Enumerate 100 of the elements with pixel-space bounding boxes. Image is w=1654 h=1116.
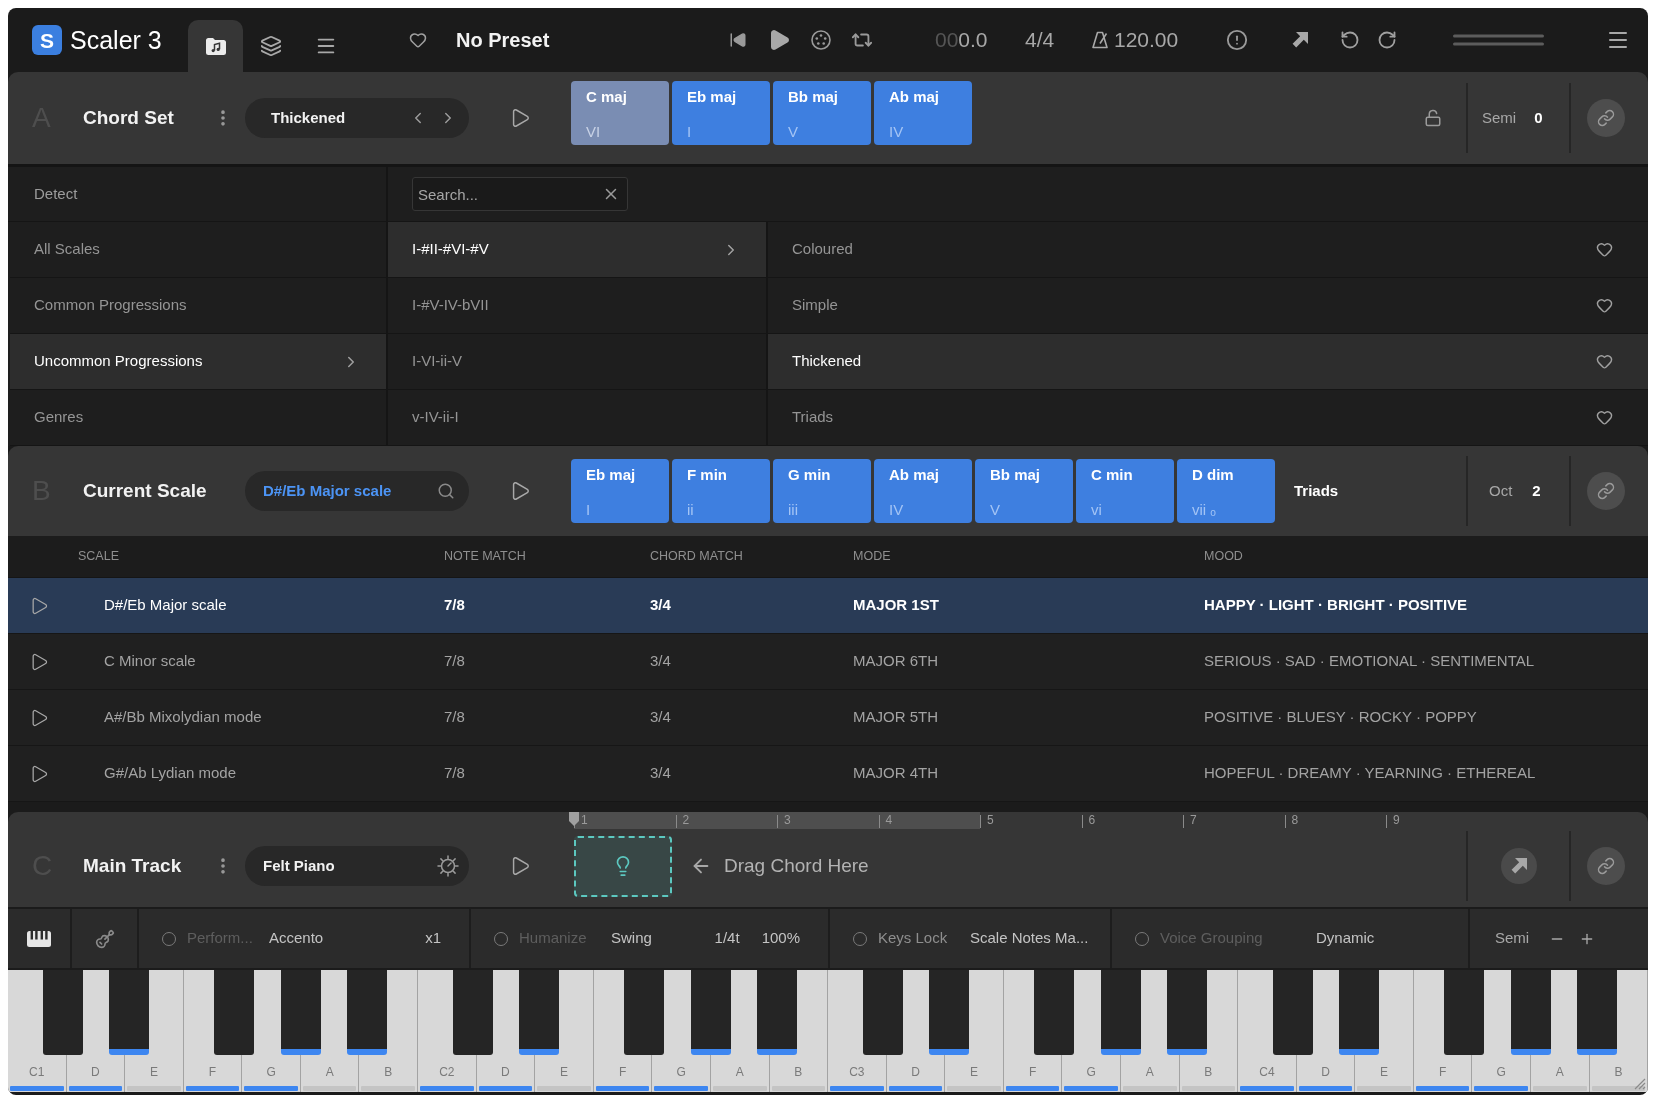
- time-signature[interactable]: 4/4: [1025, 24, 1061, 56]
- ruler-mark: 6: [1081, 812, 1183, 829]
- voicing-selector[interactable]: Thickened: [245, 98, 469, 138]
- folder-music-icon: [205, 37, 226, 55]
- link-icon: [1596, 109, 1615, 127]
- piano-key[interactable]: [280, 970, 321, 1055]
- list-item[interactable]: Uncommon Progressions: [10, 334, 386, 390]
- resize-grip-icon[interactable]: [1634, 1078, 1646, 1090]
- piano-key[interactable]: [690, 970, 731, 1055]
- search-field[interactable]: Search...: [412, 177, 628, 211]
- section-title: Main Track: [83, 853, 183, 878]
- link-button[interactable]: [1586, 99, 1625, 137]
- chord-tile[interactable]: C maj VI: [571, 81, 669, 145]
- chord-tile[interactable]: Bb maj V: [975, 459, 1073, 523]
- table-cell-text: MAJOR 5TH: [853, 707, 938, 728]
- heart-icon[interactable]: [1596, 241, 1613, 258]
- ruler-mark: 7: [1183, 812, 1285, 829]
- chord-tile[interactable]: F min ii: [672, 459, 770, 523]
- search-icon[interactable]: [437, 482, 455, 500]
- preset-name[interactable]: No Preset: [456, 25, 729, 55]
- instrument-selector[interactable]: Felt Piano: [245, 846, 469, 886]
- chord-tile[interactable]: Eb maj I: [672, 81, 770, 145]
- piano-key[interactable]: [862, 970, 903, 1055]
- dial-icon[interactable]: [811, 30, 831, 50]
- piano-key[interactable]: [109, 970, 150, 1055]
- piano-key[interactable]: [929, 970, 970, 1055]
- redo-icon[interactable]: [1377, 30, 1397, 50]
- alert-icon[interactable]: [1226, 29, 1248, 51]
- octave-label: Oct: [1489, 480, 1513, 501]
- chord-tile[interactable]: Ab maj IV: [874, 459, 972, 523]
- chord-tile[interactable]: Bb maj V: [773, 81, 871, 145]
- heart-icon[interactable]: [409, 31, 427, 49]
- guitar-icon[interactable]: [94, 928, 115, 949]
- list-item[interactable]: All Scales: [10, 222, 386, 278]
- piano-key[interactable]: [347, 970, 388, 1055]
- octave-value[interactable]: 2: [1532, 479, 1541, 503]
- table-cell-text: HOPEFUL · DREAMY · YEARNING · ETHEREAL: [1204, 763, 1536, 784]
- link-button[interactable]: [1586, 847, 1625, 885]
- piano-key[interactable]: [1339, 970, 1380, 1055]
- table-cell-text: 3/4: [650, 595, 671, 616]
- double-line-icon[interactable]: [1453, 34, 1544, 46]
- skip-back-icon[interactable]: [729, 31, 747, 49]
- piano-key[interactable]: [519, 970, 560, 1055]
- undo-icon[interactable]: [1340, 30, 1360, 50]
- piano-key[interactable]: [1167, 970, 1208, 1055]
- list-item[interactable]: Thickened: [768, 334, 1648, 390]
- piano-key[interactable]: [1444, 970, 1485, 1055]
- list-item[interactable]: I-#V-IV-bVII: [388, 278, 766, 334]
- piano-key[interactable]: [1577, 970, 1618, 1055]
- piano-key[interactable]: [757, 970, 798, 1055]
- table-cell-text: 3/4: [650, 763, 671, 784]
- table-cell-text: 7/8: [444, 763, 465, 784]
- list-item[interactable]: Detect: [34, 182, 78, 206]
- table-row[interactable]: D#/Eb Major scale 7/8 3/4 MAJOR 1ST HAPPY · LIGHT · BRIGHT · POSITIVE: [8, 578, 1648, 634]
- transpose-label: Semi: [1495, 928, 1530, 949]
- tab[interactable]: [188, 20, 243, 72]
- voicing-name[interactable]: Triads: [1294, 479, 1339, 503]
- link-button[interactable]: [1586, 472, 1625, 510]
- piano-icon[interactable]: [27, 930, 51, 947]
- piano-key[interactable]: [452, 970, 493, 1055]
- chord-tile[interactable]: G min iii: [773, 459, 871, 523]
- list-item[interactable]: I-#II-#VI-#V: [388, 222, 766, 278]
- piano-key[interactable]: [1100, 970, 1141, 1055]
- heart-icon[interactable]: [1596, 297, 1613, 314]
- piano-key[interactable]: [214, 970, 255, 1055]
- position-readout: 000.0: [935, 27, 989, 54]
- table-cell-text: MAJOR 6TH: [853, 651, 938, 672]
- chord-tile[interactable]: D dim vii ₒ: [1177, 459, 1275, 523]
- transpose-value[interactable]: 0: [1534, 106, 1543, 130]
- metronome-icon[interactable]: [1091, 31, 1109, 49]
- piano-key[interactable]: [1034, 970, 1075, 1055]
- option-value[interactable]: Scale Notes Ma...: [970, 927, 1089, 950]
- column-header: MOOD: [1204, 548, 1243, 566]
- piano-key[interactable]: [624, 970, 665, 1055]
- table-cell-text: MAJOR 1ST: [853, 595, 939, 616]
- piano-key[interactable]: [1272, 970, 1313, 1055]
- table-cell-text: SERIOUS · SAD · EMOTIONAL · SENTIMENTAL: [1204, 651, 1535, 672]
- chord-tile[interactable]: Eb maj I: [571, 459, 669, 523]
- piano-key[interactable]: [42, 970, 83, 1055]
- arrow-button[interactable]: [1500, 848, 1537, 884]
- column-header: MODE: [853, 548, 891, 566]
- table-cell-text: HAPPY · LIGHT · BRIGHT · POSITIVE: [1204, 595, 1468, 616]
- list-item[interactable]: I-VI-ii-V: [388, 334, 766, 390]
- lock-icon[interactable]: [1424, 109, 1442, 127]
- tempo-value[interactable]: 120.00: [1114, 24, 1186, 56]
- piano-key[interactable]: [1510, 970, 1551, 1055]
- chord-tile[interactable]: Ab maj IV: [874, 81, 972, 145]
- gauge-icon[interactable]: [437, 855, 459, 877]
- playhead-icon[interactable]: [569, 812, 579, 826]
- scale-selector[interactable]: D#/Eb Major scale: [245, 471, 469, 511]
- table-cell-text: POSITIVE · BLUESY · ROCKY · POPPY: [1204, 707, 1477, 728]
- link-icon: [1596, 857, 1615, 875]
- list-item[interactable]: Coloured: [768, 222, 1648, 278]
- app-name: Scaler 3: [70, 25, 163, 55]
- drop-zone[interactable]: [574, 835, 672, 897]
- chord-tile[interactable]: C min vi: [1076, 459, 1174, 523]
- table-cell-text: 7/8: [444, 707, 465, 728]
- heart-icon[interactable]: [1596, 353, 1613, 370]
- arrow-icon[interactable]: [1291, 31, 1309, 49]
- heart-icon[interactable]: [1596, 409, 1613, 426]
